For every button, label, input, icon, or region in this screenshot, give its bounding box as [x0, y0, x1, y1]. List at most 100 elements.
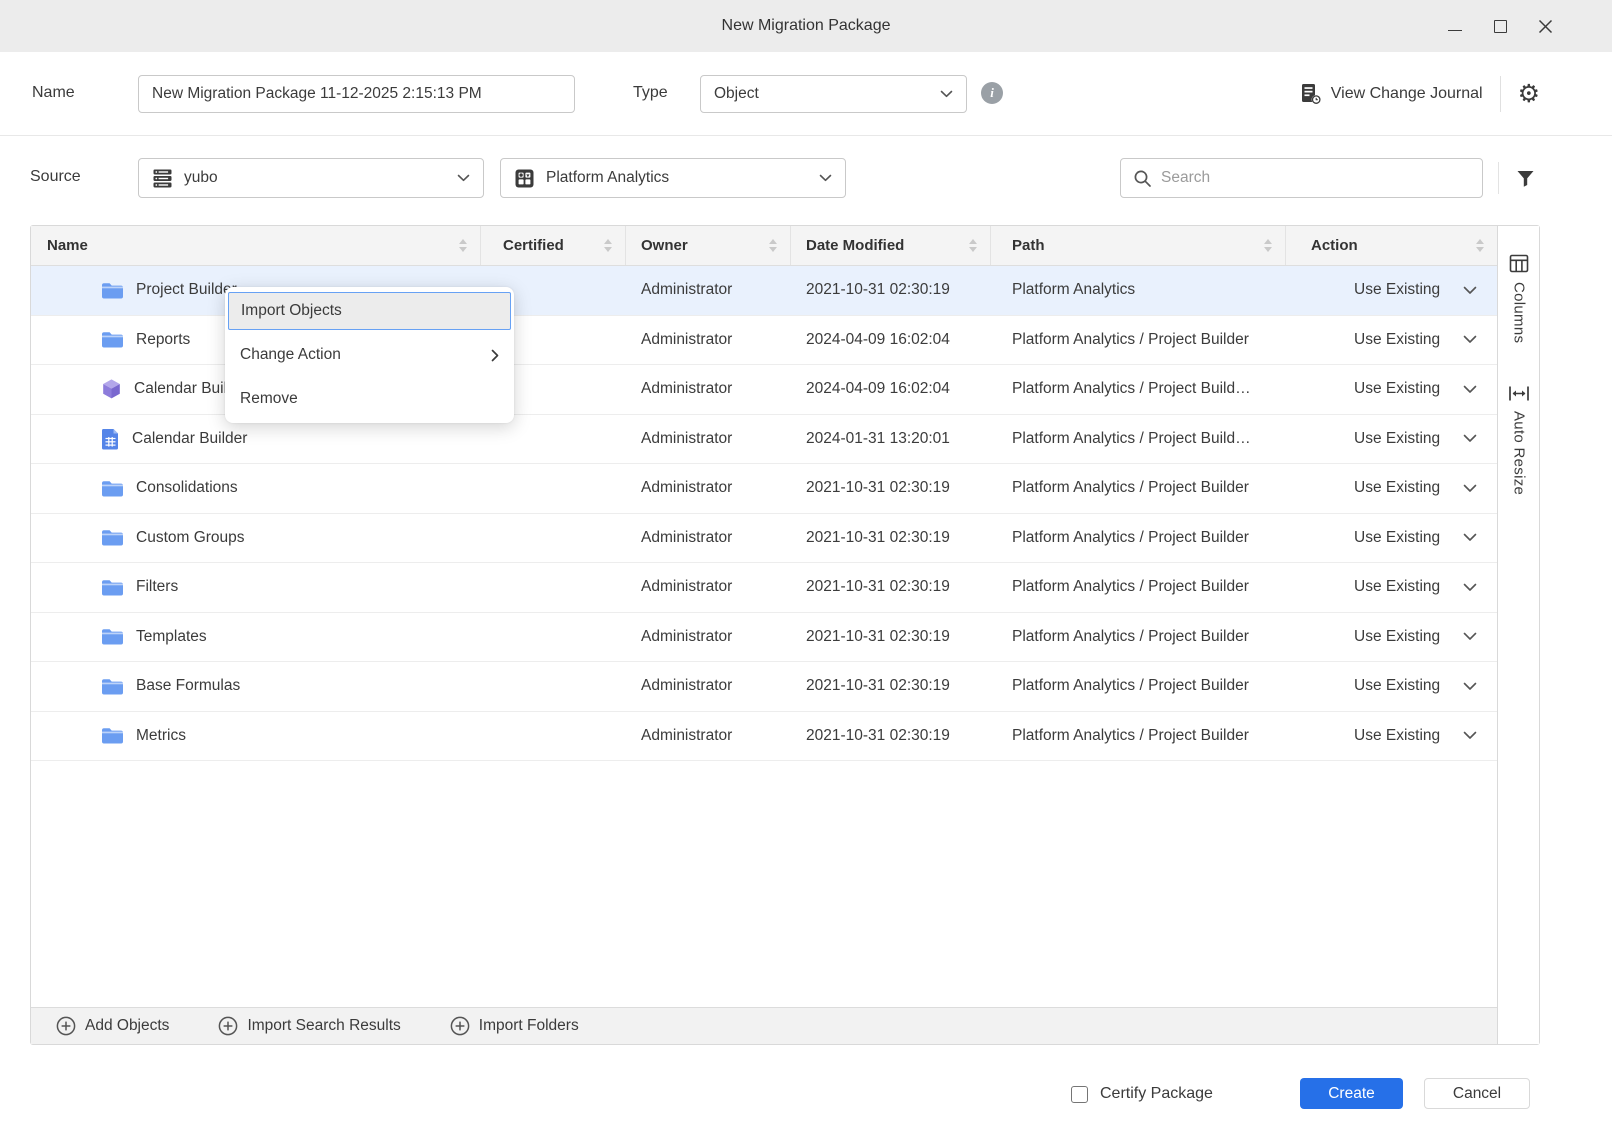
plus-circle-icon	[56, 1016, 76, 1036]
type-select[interactable]: Object	[700, 75, 967, 113]
action-dropdown[interactable]: Use Existing	[1286, 712, 1497, 761]
date-modified-cell: 2021-10-31 02:30:19	[791, 266, 991, 315]
date-modified-cell: 2024-01-31 13:20:01	[791, 415, 991, 464]
owner-cell: Administrator	[626, 712, 791, 761]
owner-cell: Administrator	[626, 514, 791, 563]
action-dropdown[interactable]: Use Existing	[1286, 662, 1497, 711]
certify-package-label: Certify Package	[1100, 1085, 1213, 1103]
minimize-button[interactable]	[1446, 17, 1464, 35]
sort-icon	[604, 239, 612, 252]
folder-icon	[101, 330, 124, 349]
folder-icon	[101, 281, 124, 300]
owner-cell: Administrator	[626, 266, 791, 315]
table-row[interactable]: Base Formulas Administrator 2021-10-31 0…	[31, 662, 1497, 712]
certify-package-option: Certify Package	[1071, 1085, 1213, 1103]
auto-resize-button[interactable]: Auto Resize	[1508, 385, 1530, 495]
import-folders-button[interactable]: Import Folders	[450, 1016, 579, 1036]
date-modified-cell: 2024-04-09 16:02:04	[791, 365, 991, 414]
object-name: Reports	[136, 331, 190, 349]
new-migration-package-dialog: New Migration Package Name Type Object i	[0, 0, 1612, 1125]
path-cell: Platform Analytics / Project Builder	[991, 613, 1286, 662]
sort-icon	[459, 239, 467, 252]
search-input[interactable]	[1161, 169, 1470, 187]
object-name: Base Formulas	[136, 677, 240, 695]
object-name: Templates	[136, 628, 207, 646]
folder-icon	[101, 726, 124, 745]
import-search-results-button[interactable]: Import Search Results	[218, 1016, 400, 1036]
chevron-down-icon	[1463, 335, 1477, 344]
maximize-button[interactable]	[1491, 17, 1509, 35]
window-title: New Migration Package	[0, 0, 1612, 52]
object-name: Filters	[136, 578, 178, 596]
project-select[interactable]: Platform Analytics	[500, 158, 846, 198]
action-dropdown[interactable]: Use Existing	[1286, 514, 1497, 563]
server-icon	[152, 168, 173, 189]
action-dropdown[interactable]: Use Existing	[1286, 415, 1497, 464]
certified-cell	[481, 712, 626, 761]
certified-cell	[481, 514, 626, 563]
menu-item-import-objects[interactable]: Import Objects	[228, 292, 511, 330]
create-button[interactable]: Create	[1300, 1078, 1403, 1109]
search-box	[1120, 158, 1483, 198]
certified-cell	[481, 662, 626, 711]
date-modified-cell: 2024-04-09 16:02:04	[791, 316, 991, 365]
column-header-path[interactable]: Path	[991, 226, 1286, 265]
cancel-button[interactable]: Cancel	[1424, 1078, 1530, 1109]
menu-item-change-action[interactable]: Change Action	[225, 336, 514, 374]
object-name: Project Builder	[136, 281, 237, 299]
action-dropdown[interactable]: Use Existing	[1286, 266, 1497, 315]
source-label: Source	[30, 168, 81, 186]
column-header-action[interactable]: Action	[1286, 226, 1497, 265]
path-cell: Platform Analytics / Project Build…	[991, 415, 1286, 464]
sort-icon	[1264, 239, 1272, 252]
certify-package-checkbox[interactable]	[1071, 1086, 1088, 1103]
table-side-toolbar: Columns Auto Resize	[1499, 226, 1539, 1044]
chevron-down-icon	[1463, 682, 1477, 691]
chevron-down-icon	[940, 90, 953, 98]
chevron-down-icon	[1463, 533, 1477, 542]
environment-select[interactable]: yubo	[138, 158, 484, 198]
menu-item-remove[interactable]: Remove	[225, 380, 514, 418]
package-name-input[interactable]	[138, 75, 575, 113]
action-dropdown[interactable]: Use Existing	[1286, 365, 1497, 414]
table-row[interactable]: Metrics Administrator 2021-10-31 02:30:1…	[31, 712, 1497, 762]
table-row[interactable]: Templates Administrator 2021-10-31 02:30…	[31, 613, 1497, 663]
action-dropdown[interactable]: Use Existing	[1286, 563, 1497, 612]
name-label: Name	[32, 84, 75, 102]
folder-icon	[101, 528, 124, 547]
add-objects-button[interactable]: Add Objects	[56, 1016, 169, 1036]
info-icon[interactable]: i	[981, 82, 1003, 104]
search-icon	[1133, 169, 1152, 188]
gear-icon[interactable]: ⚙	[1518, 82, 1540, 107]
object-name: Calendar Builder	[132, 430, 247, 448]
action-dropdown[interactable]: Use Existing	[1286, 613, 1497, 662]
column-header-name[interactable]: Name	[31, 226, 481, 265]
owner-cell: Administrator	[626, 316, 791, 365]
close-button[interactable]	[1536, 17, 1554, 35]
date-modified-cell: 2021-10-31 02:30:19	[791, 613, 991, 662]
table-row[interactable]: Filters Administrator 2021-10-31 02:30:1…	[31, 563, 1497, 613]
table-header: Name Certified Owner Date Modified Path …	[31, 226, 1497, 266]
column-header-date-modified[interactable]: Date Modified	[791, 226, 991, 265]
table-row[interactable]: Consolidations Administrator 2021-10-31 …	[31, 464, 1497, 514]
column-header-certified[interactable]: Certified	[481, 226, 626, 265]
context-menu: Import Objects Change Action Remove	[225, 287, 514, 423]
owner-cell: Administrator	[626, 415, 791, 464]
path-cell: Platform Analytics / Project Builder	[991, 662, 1286, 711]
column-header-owner[interactable]: Owner	[626, 226, 791, 265]
chevron-down-icon	[1463, 484, 1477, 493]
date-modified-cell: 2021-10-31 02:30:19	[791, 712, 991, 761]
table-row[interactable]: Custom Groups Administrator 2021-10-31 0…	[31, 514, 1497, 564]
filter-button[interactable]	[1513, 166, 1537, 190]
certified-cell	[481, 464, 626, 513]
date-modified-cell: 2021-10-31 02:30:19	[791, 662, 991, 711]
date-modified-cell: 2021-10-31 02:30:19	[791, 464, 991, 513]
action-dropdown[interactable]: Use Existing	[1286, 316, 1497, 365]
action-dropdown[interactable]: Use Existing	[1286, 464, 1497, 513]
view-change-journal-button[interactable]: View Change Journal	[1300, 83, 1483, 105]
date-modified-cell: 2021-10-31 02:30:19	[791, 563, 991, 612]
date-modified-cell: 2021-10-31 02:30:19	[791, 514, 991, 563]
object-name: Custom Groups	[136, 529, 245, 547]
columns-button[interactable]: Columns	[1509, 254, 1529, 343]
owner-cell: Administrator	[626, 464, 791, 513]
